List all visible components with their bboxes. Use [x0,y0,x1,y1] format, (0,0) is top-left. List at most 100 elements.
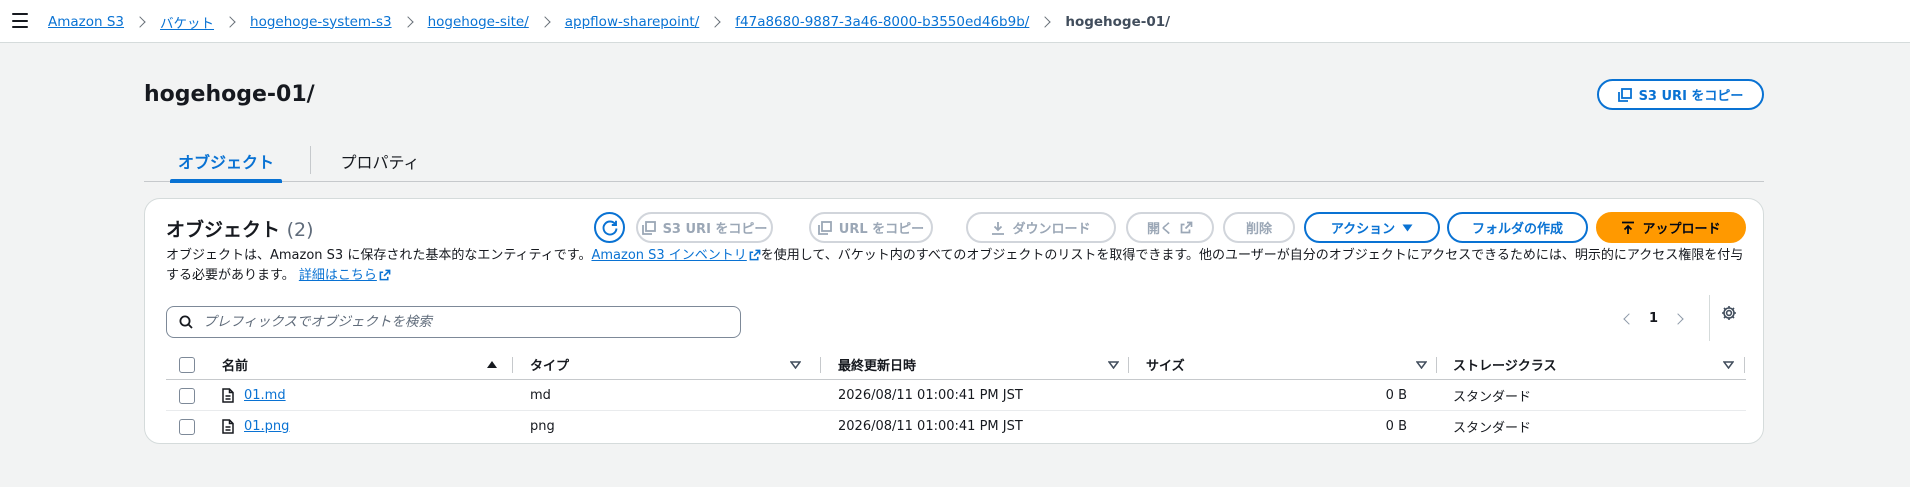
object-search-input[interactable] [203,314,723,330]
column-header-type[interactable]: タイプ [530,349,820,380]
delete-label: 削除 [1245,222,1272,237]
learn-more-label: 詳細はこちら [298,268,377,283]
tab-properties[interactable]: プロパティ [328,140,432,182]
copy-s3-uri-label: S3 URI をコピー [662,222,768,237]
upload-icon [1622,221,1635,234]
object-search-field[interactable] [166,306,741,338]
objects-panel: オブジェクト (2) S3 URI をコピー URL をコピー ダウンロード 開… [144,198,1764,444]
type-cell: png [530,419,555,434]
column-header-storage-class-label: ストレージクラス [1453,359,1557,374]
breadcrumb-bucket[interactable]: hogehoge-system-s3 [250,14,392,30]
tab-list: オブジェクト プロパティ [144,140,1764,183]
storage-class-cell: スタンダード [1453,390,1532,405]
select-all-cell [179,349,195,380]
copy-url-label: URL をコピー [838,222,925,237]
breadcrumb: Amazon S3 バケット hogehoge-system-s3 hogeho… [48,0,1170,43]
storage-class-cell: スタンダード [1453,421,1532,436]
chevron-right-icon [134,15,146,28]
size-cell: 0 B [1385,388,1407,403]
delete-button[interactable]: 削除 [1223,212,1295,243]
objects-panel-title: オブジェクト (2) [166,215,314,242]
column-header-size[interactable]: サイズ [1146,349,1446,380]
breadcrumb-buckets[interactable]: バケット [160,12,214,32]
description-text-1: オブジェクトは、Amazon S3 に保存された基本的なエンティティです。 [166,248,592,263]
file-icon [222,419,234,434]
size-cell: 0 B [1385,419,1407,434]
column-resizer[interactable] [1436,357,1437,373]
inventory-link-label: Amazon S3 インベントリ [591,248,747,263]
inventory-link[interactable]: Amazon S3 インベントリ [591,248,761,263]
actions-dropdown-button[interactable]: アクション [1304,212,1440,243]
external-link-icon [379,269,391,281]
copy-s3-uri-header-label: S3 URI をコピー [1638,89,1744,104]
open-button[interactable]: 開く [1126,212,1214,243]
create-folder-button[interactable]: フォルダの作成 [1447,212,1588,243]
column-resizer[interactable] [1128,357,1129,373]
sort-icon [790,360,801,369]
learn-more-link[interactable]: 詳細はこちら [299,268,391,283]
chevron-left-icon[interactable] [1623,312,1635,325]
tab-divider [310,146,311,174]
column-header-last-modified[interactable]: 最終更新日時 [838,349,1138,380]
upload-button[interactable]: アップロード [1596,212,1746,243]
objects-table: 名前 タイプ 最終更新日時 サイズ ストレージクラス 01.md md 2026… [166,349,1746,442]
chevron-right-icon [709,15,721,28]
external-link-icon [1180,221,1193,234]
chevron-right-icon [401,15,414,28]
external-link-icon [749,249,761,261]
current-page-number[interactable]: 1 [1649,311,1658,326]
download-icon [992,221,1005,235]
chevron-right-icon [224,15,236,28]
table-header-row: 名前 タイプ 最終更新日時 サイズ ストレージクラス [166,349,1746,380]
download-button[interactable]: ダウンロード [966,212,1116,243]
top-navigation-bar: Amazon S3 バケット hogehoge-system-s3 hogeho… [0,0,1910,43]
select-all-checkbox[interactable] [179,356,195,373]
column-header-storage-class[interactable]: ストレージクラス [1453,349,1753,380]
breadcrumb-amazon-s3[interactable]: Amazon S3 [48,14,124,30]
copy-url-button[interactable]: URL をコピー [809,212,933,243]
row-checkbox[interactable] [179,418,195,435]
type-cell: md [530,388,551,403]
actions-label: アクション [1330,222,1396,237]
sort-icon [1108,360,1119,369]
tab-objects[interactable]: オブジェクト [170,140,282,183]
column-header-name-label: 名前 [222,359,249,374]
sort-icon [1416,360,1427,369]
objects-count: (2) [286,219,314,241]
name-cell: 01.md [222,380,286,411]
column-header-name[interactable]: 名前 [222,349,497,380]
column-resizer[interactable] [820,357,821,373]
object-link[interactable]: 01.md [244,388,286,403]
create-folder-label: フォルダの作成 [1471,222,1563,237]
column-resizer[interactable] [1744,357,1745,373]
sort-icon [1723,360,1734,369]
sort-ascending-icon [487,361,497,368]
row-checkbox[interactable] [179,387,195,404]
hamburger-icon[interactable] [12,13,28,28]
column-header-type-label: タイプ [530,359,570,374]
column-resizer[interactable] [512,357,513,373]
column-header-size-label: サイズ [1146,359,1185,374]
breadcrumb-folder-appflow[interactable]: appflow-sharepoint/ [565,14,700,30]
chevron-right-icon [1039,15,1051,28]
open-label: 開く [1146,222,1173,237]
pagination-divider [1709,295,1710,341]
table-row: 01.md md 2026/08/11 01:00:41 PM JST 0 B … [166,380,1746,411]
tab-objects-label: オブジェクト [177,153,274,172]
search-icon [179,315,193,329]
copy-s3-uri-header-button[interactable]: S3 URI をコピー [1597,79,1764,110]
gear-icon[interactable] [1721,305,1737,321]
copy-s3-uri-button[interactable]: S3 URI をコピー [636,212,773,243]
breadcrumb-folder-site[interactable]: hogehoge-site/ [428,14,529,30]
copy-icon [641,220,656,235]
chevron-right-icon[interactable] [1672,312,1684,325]
refresh-icon [602,220,617,235]
breadcrumb-current: hogehoge-01/ [1065,13,1171,30]
object-link[interactable]: 01.png [244,419,289,434]
table-row: 01.png png 2026/08/11 01:00:41 PM JST 0 … [166,411,1746,442]
chevron-right-icon [539,15,551,28]
refresh-button[interactable] [594,212,625,243]
upload-label: アップロード [1642,222,1721,237]
breadcrumb-folder-uuid[interactable]: f47a8680-9887-3a46-8000-b3550ed46b9b/ [735,14,1029,30]
pagination: 1 [1623,311,1684,326]
